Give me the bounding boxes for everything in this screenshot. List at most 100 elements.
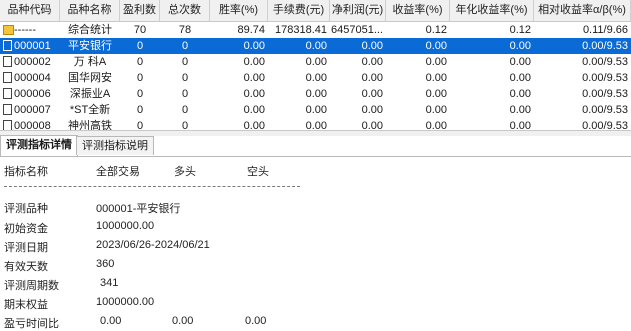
table-row[interactable]: 000007 *ST全新 0 0 0.00 0.00 0.00 0.00 0.0…: [0, 102, 631, 118]
detail-label: 评测品种: [4, 203, 48, 215]
cell-win: 70: [133, 24, 147, 36]
cell-total: 0: [181, 56, 189, 68]
column-header-fee[interactable]: 手续费(元): [268, 0, 330, 21]
cell-annual-return: 0.00: [509, 120, 531, 130]
cell-rate: 0.00: [243, 104, 265, 116]
detail-label: 盈亏时间比: [4, 318, 59, 330]
cell-return: 0.00: [425, 56, 447, 68]
column-header-relative-return[interactable]: 相对收益率α/β(%): [534, 0, 631, 21]
detail-label: 评测周期数: [4, 280, 59, 292]
table-row[interactable]: 000002 万 科A 0 0 0.00 0.00 0.00 0.00 0.00…: [0, 54, 631, 70]
cell-return: 0.00: [425, 104, 447, 116]
document-icon: [3, 56, 12, 67]
cell-code: 000001: [14, 40, 51, 52]
detail-header-name: 指标名称: [4, 166, 48, 178]
detail-value-short: 0.00: [245, 315, 267, 327]
cell-profit: 0.00: [361, 120, 383, 130]
detail-label: 评测日期: [4, 242, 48, 254]
table-row[interactable]: 000004 国华网安 0 0 0.00 0.00 0.00 0.00 0.00…: [0, 70, 631, 86]
cell-name: 平安银行: [68, 40, 112, 52]
column-header-return[interactable]: 收益率(%): [386, 0, 450, 21]
cell-rate: 0.00: [243, 88, 265, 100]
cell-relative-return: 0.00/9.53: [582, 72, 628, 84]
detail-value-long: 0.00: [172, 315, 194, 327]
cell-total: 0: [181, 40, 189, 52]
cell-total: 0: [181, 104, 189, 116]
table-row[interactable]: 000006 深振业A 0 0 0.00 0.00 0.00 0.00 0.00…: [0, 86, 631, 102]
cell-profit: 0.00: [361, 72, 383, 84]
column-header-rate[interactable]: 胜率(%): [210, 0, 268, 21]
stock-results-table: 品种代码 品种名称 盈利数 总次数 胜率(%) 手续费(元) 净利润(元) 收益…: [0, 0, 631, 130]
detail-value: 2023/06/26-2024/06/21: [96, 239, 210, 251]
cell-code: ------: [14, 24, 36, 36]
cell-win: 0: [136, 88, 144, 100]
divider: [4, 186, 300, 187]
detail-header-long: 多头: [174, 166, 196, 178]
table-row[interactable]: 000001 平安银行 0 0 0.00 0.00 0.00 0.00 0.00…: [0, 38, 631, 54]
detail-label: 初始资金: [4, 223, 48, 235]
tab-metric-description[interactable]: 评测指标说明: [76, 136, 154, 155]
detail-value-all: 0.00: [100, 315, 122, 327]
detail-value: 1000000.00: [96, 220, 155, 232]
cell-profit: 0.00: [361, 88, 383, 100]
tab-metric-details[interactable]: 评测指标详情: [0, 135, 78, 156]
cell-rate: 0.00: [243, 40, 265, 52]
column-header-code[interactable]: 品种代码: [0, 0, 60, 21]
cell-total: 78: [178, 24, 192, 36]
cell-annual-return: 0.00: [509, 88, 531, 100]
document-icon: [3, 72, 12, 83]
cell-fee: 0.00: [305, 72, 327, 84]
cell-win: 0: [136, 56, 144, 68]
detail-header-all: 全部交易: [96, 166, 140, 178]
cell-total: 0: [181, 120, 189, 130]
document-icon: [3, 88, 12, 99]
table-row[interactable]: 000008 神州高铁 0 0 0.00 0.00 0.00 0.00 0.00…: [0, 118, 631, 130]
detail-label: 有效天数: [4, 261, 48, 273]
table-row[interactable]: ------ 综合统计 70 78 89.74 178318.41 645705…: [0, 22, 631, 38]
detail-header-short: 空头: [247, 166, 269, 178]
cell-annual-return: 0.12: [509, 24, 531, 36]
cell-return: 0.00: [425, 120, 447, 130]
cell-relative-return: 0.00/9.53: [582, 88, 628, 100]
cell-relative-return: 0.11/9.66: [582, 24, 628, 36]
cell-rate: 0.00: [243, 72, 265, 84]
detail-tabs: 评测指标详情 评测指标说明: [0, 135, 631, 157]
cell-win: 0: [136, 104, 144, 116]
cell-rate: 89.74: [237, 24, 265, 36]
document-icon: [3, 40, 12, 51]
cell-code: 000007: [14, 104, 51, 116]
cell-relative-return: 0.00/9.53: [582, 40, 628, 52]
column-header-total[interactable]: 总次数: [160, 0, 210, 21]
cell-relative-return: 0.00/9.53: [582, 56, 628, 68]
cell-return: 0.00: [425, 72, 447, 84]
cell-win: 0: [136, 120, 144, 130]
cell-return: 0.00: [425, 88, 447, 100]
column-header-win[interactable]: 盈利数: [120, 0, 160, 21]
cell-name: 综合统计: [68, 24, 112, 36]
cell-win: 0: [136, 40, 144, 52]
cell-name: 国华网安: [68, 72, 112, 84]
column-header-name[interactable]: 品种名称: [60, 0, 120, 21]
cell-code: 000008: [14, 120, 51, 130]
detail-value: 360: [96, 258, 115, 270]
cell-name: *ST全新: [69, 104, 111, 116]
cell-profit: 0.00: [361, 40, 383, 52]
cell-name: 万 科A: [73, 56, 107, 68]
cell-code: 000006: [14, 88, 51, 100]
cell-relative-return: 0.00/9.53: [582, 104, 628, 116]
cell-total: 0: [181, 88, 189, 100]
cell-profit: 0.00: [361, 104, 383, 116]
cell-rate: 0.00: [243, 56, 265, 68]
column-header-annual-return[interactable]: 年化收益率(%): [450, 0, 534, 21]
cell-annual-return: 0.00: [509, 72, 531, 84]
cell-code: 000004: [14, 72, 51, 84]
column-header-profit[interactable]: 净利润(元): [330, 0, 386, 21]
detail-value: 000001-平安银行: [96, 203, 181, 215]
cell-name: 深振业A: [69, 88, 111, 100]
detail-label: 期末权益: [4, 299, 48, 311]
cell-fee: 0.00: [305, 88, 327, 100]
cell-code: 000002: [14, 56, 51, 68]
detail-value: 1000000.00: [96, 296, 155, 308]
table-header: 品种代码 品种名称 盈利数 总次数 胜率(%) 手续费(元) 净利润(元) 收益…: [0, 0, 631, 22]
cell-profit: 6457051...: [331, 24, 383, 36]
